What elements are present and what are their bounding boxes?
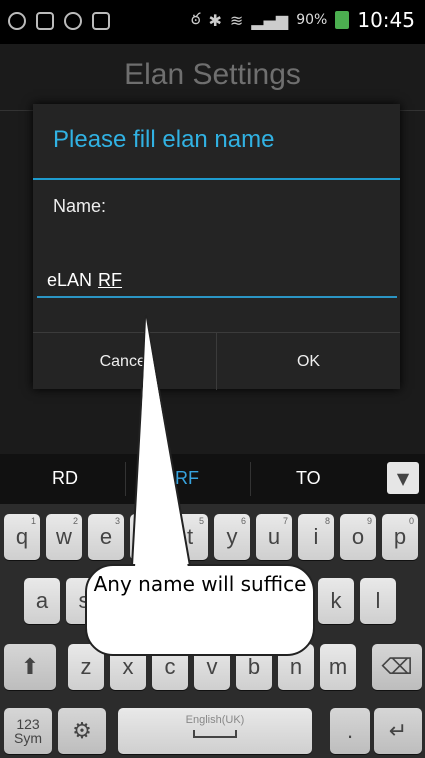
callout-tail-cover — [135, 318, 188, 568]
callout-tail-fill — [135, 318, 188, 568]
callout-text: Any name will suffice — [93, 572, 307, 596]
